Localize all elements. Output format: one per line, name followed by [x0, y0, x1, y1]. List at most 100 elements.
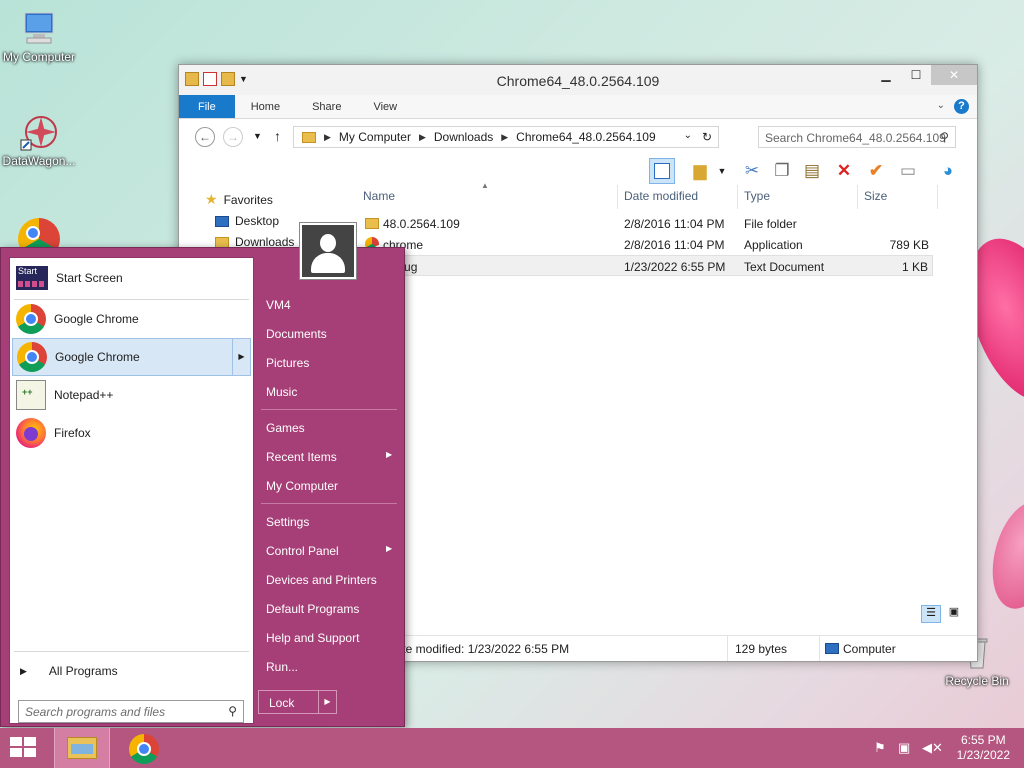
start-item-music[interactable]: Music	[266, 385, 297, 399]
start-item-games[interactable]: Games	[266, 421, 305, 435]
start-item-documents[interactable]: Documents	[266, 327, 327, 341]
folder-icon	[365, 218, 379, 229]
taskbar-file-explorer[interactable]	[54, 728, 110, 768]
lock-button[interactable]: Lock ▶	[258, 690, 337, 714]
start-item-help-support[interactable]: Help and Support	[266, 631, 359, 645]
desktop-icon-datawagon[interactable]: DataWagon...	[0, 112, 78, 168]
column-header-date[interactable]: Date modified	[624, 189, 698, 203]
nav-desktop[interactable]: Desktop	[215, 214, 279, 228]
tab-view[interactable]: View	[357, 95, 413, 118]
chevron-right-icon[interactable]: ▶	[324, 132, 331, 143]
start-item-settings[interactable]: Settings	[266, 515, 309, 529]
start-item-pictures[interactable]: Pictures	[266, 356, 309, 370]
start-item-recent-items[interactable]: Recent Items ▶	[266, 450, 392, 464]
chrome-icon	[17, 342, 47, 372]
maximize-button[interactable]: ☐	[901, 65, 931, 85]
start-search-input[interactable]: Search programs and files ⚲	[18, 700, 244, 723]
start-item-control-panel[interactable]: Control Panel ▶	[266, 544, 392, 558]
taskbar-clock[interactable]: 6:55 PM 1/23/2022	[957, 733, 1010, 763]
desktop-icon-my-computer[interactable]: My Computer	[0, 8, 78, 64]
search-placeholder: Search Chrome64_48.0.2564.109	[765, 131, 946, 145]
copy-icon[interactable]: ❐	[769, 158, 795, 184]
details-view-icon[interactable]: ☰	[921, 605, 941, 623]
chevron-right-icon: ▶	[386, 450, 393, 459]
breadcrumb-item[interactable]: Downloads	[434, 130, 493, 144]
action-center-flag-icon[interactable]: ⚑	[874, 740, 886, 756]
lock-label: Lock	[269, 696, 295, 710]
breadcrumb-item[interactable]: Chrome64_48.0.2564.109	[516, 130, 655, 144]
minimize-button[interactable]: ▁	[871, 65, 901, 85]
refresh-icon[interactable]: ↻	[702, 130, 712, 144]
delete-icon[interactable]: ✕	[831, 158, 857, 184]
help-button[interactable]: ?	[954, 99, 969, 114]
forward-button[interactable]: →	[223, 127, 243, 147]
all-programs-label: All Programs	[48, 664, 118, 678]
up-button[interactable]: ↑	[274, 128, 281, 144]
expand-ribbon-icon[interactable]: ⌄	[937, 100, 945, 111]
preview-pane-icon[interactable]	[649, 158, 675, 184]
command-toolbar: ▆ ▼ ✂ ❐ ▤ ✕ ✔ ▭ ◕	[179, 155, 977, 185]
address-bar[interactable]: ▶ My Computer ▶ Downloads ▶ Chrome64_48.…	[293, 126, 719, 148]
search-input[interactable]: Search Chrome64_48.0.2564.109 ⚲	[758, 126, 956, 148]
tab-home[interactable]: Home	[235, 95, 296, 118]
all-programs-button[interactable]: ▶ All Programs	[20, 664, 118, 678]
chevron-right-icon[interactable]: ▶	[501, 132, 508, 143]
cut-icon[interactable]: ✂	[739, 158, 765, 184]
checkmark-icon[interactable]: ✔	[863, 158, 889, 184]
desktop-icon-label: DataWagon...	[2, 154, 76, 168]
search-icon: ⚲	[940, 130, 949, 144]
chevron-down-icon[interactable]: ⌄	[684, 130, 692, 141]
start-button[interactable]	[0, 728, 56, 768]
paste-icon[interactable]: ▤	[799, 158, 825, 184]
file-date: 2/8/2016 11:04 PM	[624, 238, 725, 252]
nav-label: Desktop	[235, 214, 280, 228]
chevron-down-icon[interactable]: ▼	[709, 158, 735, 184]
program-google-chrome[interactable]: Google Chrome	[12, 300, 251, 338]
program-google-chrome-pinned[interactable]: Google Chrome ▶	[12, 338, 251, 376]
back-button[interactable]: ←	[195, 127, 215, 147]
volume-muted-icon[interactable]: ◀✕	[922, 740, 943, 756]
wallpaper-petal	[981, 494, 1024, 616]
tab-share[interactable]: Share	[296, 95, 357, 118]
start-item-default-programs[interactable]: Default Programs	[266, 602, 359, 616]
column-header-name[interactable]: Name	[363, 189, 395, 203]
program-start-screen[interactable]: Start Start Screen	[12, 259, 251, 297]
program-label: Start Screen	[56, 271, 123, 285]
start-menu-programs: Start Start Screen Google Chrome Google …	[9, 257, 254, 724]
tab-file[interactable]: File	[179, 95, 235, 118]
network-icon[interactable]: ▣	[898, 740, 910, 756]
start-item-run[interactable]: Run...	[266, 660, 298, 674]
recent-locations-icon[interactable]: ▼	[253, 131, 262, 141]
taskbar-chrome[interactable]	[116, 728, 172, 768]
breadcrumb-item[interactable]: My Computer	[339, 130, 411, 144]
program-firefox[interactable]: Firefox	[12, 414, 251, 452]
nav-favorites[interactable]: ★ Favorites	[205, 191, 273, 208]
title-bar: ▼ Chrome64_48.0.2564.109 ▁ ☐ ✕	[179, 65, 977, 95]
nav-label: Favorites	[223, 192, 273, 207]
table-row[interactable]: debug 1/23/2022 6:55 PM Text Document 1 …	[357, 255, 933, 276]
start-item-devices-printers[interactable]: Devices and Printers	[266, 573, 377, 587]
table-row[interactable]: 48.0.2564.109 2/8/2016 11:04 PM File fol…	[357, 213, 933, 234]
rename-icon[interactable]: ▭	[895, 158, 921, 184]
column-header-type[interactable]: Type	[744, 189, 770, 203]
globe-icon[interactable]: ◕	[935, 158, 961, 184]
chevron-right-icon[interactable]: ▶	[419, 132, 426, 143]
program-notepad-plus-plus[interactable]: ++ Notepad++	[12, 376, 251, 414]
column-header-size[interactable]: Size	[864, 189, 887, 203]
program-label: Firefox	[54, 426, 91, 440]
desktop-icon-label: My Computer	[2, 50, 76, 64]
chevron-right-icon: ▶	[386, 544, 393, 553]
start-item-my-computer[interactable]: My Computer	[266, 479, 338, 493]
large-icons-view-icon[interactable]: ▣	[945, 605, 963, 623]
chevron-right-icon[interactable]: ▶	[318, 691, 336, 713]
start-item-vm4[interactable]: VM4	[266, 298, 291, 312]
sort-ascending-icon: ▲	[481, 181, 489, 190]
chrome-icon	[129, 734, 159, 764]
computer-icon	[825, 643, 839, 654]
status-date-modified: Date modified: 1/23/2022 6:55 PM	[387, 642, 570, 656]
close-button[interactable]: ✕	[931, 65, 977, 85]
table-row[interactable]: chrome 2/8/2016 11:04 PM Application 789…	[357, 234, 933, 259]
file-explorer-icon	[67, 737, 97, 759]
chevron-right-icon[interactable]: ▶	[232, 339, 250, 375]
avatar[interactable]	[300, 223, 356, 279]
